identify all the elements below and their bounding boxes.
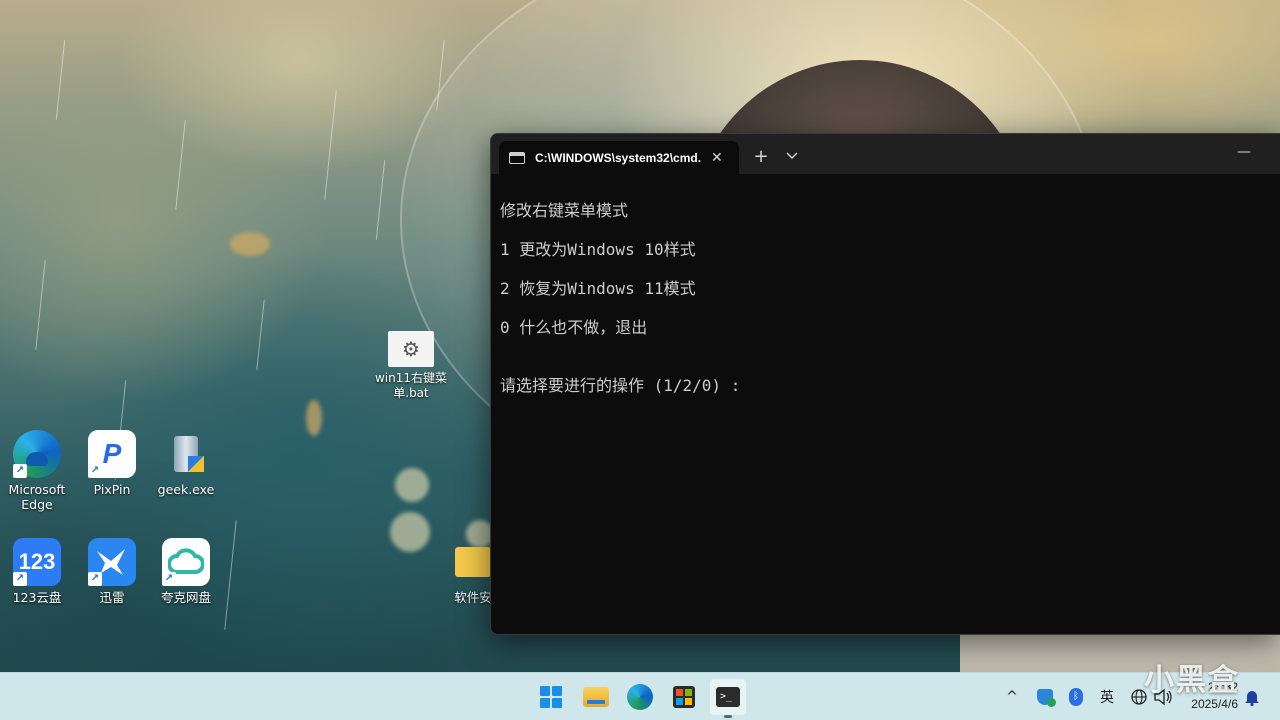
desktop-icon-label: 迅雷 bbox=[99, 590, 125, 605]
rain-streak bbox=[224, 520, 237, 630]
shortcut-arrow-icon: ↗ bbox=[162, 572, 176, 586]
minimize-button[interactable]: — bbox=[1232, 138, 1256, 166]
taskbar: >_ ^ ᛒ 英 23:32 2025/4/6 bbox=[0, 672, 1280, 720]
desktop-icon-label: 软件安 bbox=[454, 590, 492, 605]
console-line: 0 什么也不做，退出 bbox=[500, 318, 648, 337]
terminal-window[interactable]: C:\WINDOWS\system32\cmd.e ✕ + — 修改右键菜单模式… bbox=[490, 133, 1280, 635]
rain-streak bbox=[375, 160, 386, 240]
bokeh-light bbox=[395, 468, 429, 502]
batch-file-gear-icon: ⚙ bbox=[388, 331, 434, 367]
taskbar-edge[interactable] bbox=[622, 679, 658, 715]
rain-streak bbox=[55, 40, 66, 120]
console-line: 修改右键菜单模式 bbox=[500, 201, 629, 220]
tray-overflow-chevron-icon[interactable]: ^ bbox=[1001, 686, 1023, 708]
desktop-icon-label: win11右键菜 单.bat bbox=[374, 371, 448, 400]
rain-streak bbox=[256, 300, 265, 370]
desktop-icon-label: geek.exe bbox=[157, 482, 215, 497]
geek-uninstaller-icon bbox=[162, 430, 210, 478]
taskbar-file-explorer[interactable] bbox=[578, 679, 614, 715]
start-button[interactable] bbox=[533, 679, 569, 715]
desktop-icon-bat-file[interactable]: ⚙ win11右键菜 单.bat bbox=[374, 331, 448, 401]
xiaoheihe-watermark: 小黑盒 bbox=[1144, 663, 1240, 698]
desktop-icon-edge[interactable]: ↗ Microsoft Edge bbox=[0, 430, 74, 512]
shortcut-arrow-icon: ↗ bbox=[88, 464, 102, 478]
cmd-icon bbox=[509, 151, 525, 164]
desktop-icon-label: 夸克网盘 bbox=[160, 590, 211, 605]
falling-leaf bbox=[306, 400, 322, 436]
desktop-icon-xunlei[interactable]: ↗ 迅雷 bbox=[75, 538, 149, 605]
shortcut-arrow-icon: ↗ bbox=[13, 464, 27, 478]
xunlei-icon: ↗ bbox=[88, 538, 136, 586]
tray-ime-indicator[interactable]: 英 bbox=[1096, 686, 1118, 708]
desktop-icon-label: Microsoft Edge bbox=[8, 482, 66, 512]
console-output[interactable]: 修改右键菜单模式 1 更改为Windows 10样式 2 恢复为Windows … bbox=[491, 174, 1280, 410]
edge-icon: ↗ bbox=[13, 430, 61, 478]
chevron-down-icon bbox=[786, 152, 798, 159]
console-line: 2 恢复为Windows 11模式 bbox=[500, 279, 696, 298]
tab-dropdown-button[interactable] bbox=[781, 142, 803, 170]
rain-streak bbox=[175, 120, 186, 210]
desktop-icon-geek[interactable]: geek.exe bbox=[149, 430, 223, 497]
shortcut-arrow-icon: ↗ bbox=[88, 572, 102, 586]
console-line: 1 更改为Windows 10样式 bbox=[500, 240, 696, 259]
desktop-icon-pixpin[interactable]: P ↗ PixPin bbox=[75, 430, 149, 497]
tray-bluetooth-icon[interactable]: ᛒ bbox=[1065, 686, 1087, 708]
tray-security-shield-icon[interactable] bbox=[1034, 686, 1056, 708]
edge-icon bbox=[627, 684, 653, 710]
new-tab-button[interactable]: + bbox=[749, 142, 773, 170]
desktop-icon-123pan[interactable]: 123 ↗ 123云盘 bbox=[0, 538, 74, 605]
terminal-tab[interactable]: C:\WINDOWS\system32\cmd.e ✕ bbox=[499, 141, 739, 174]
desktop-icon-quark[interactable]: ↗ 夸克网盘 bbox=[149, 538, 223, 605]
rain-streak bbox=[324, 90, 337, 200]
tab-close-button[interactable]: ✕ bbox=[711, 150, 723, 166]
folder-icon bbox=[583, 687, 609, 707]
taskbar-microsoft-store[interactable] bbox=[666, 679, 702, 715]
desktop-icon-label: PixPin bbox=[93, 482, 131, 497]
terminal-titlebar[interactable]: C:\WINDOWS\system32\cmd.e ✕ + — bbox=[491, 134, 1280, 174]
terminal-icon: >_ bbox=[716, 687, 740, 707]
console-prompt: 请选择要进行的操作 (1/2/0) : bbox=[500, 376, 741, 395]
bokeh-light bbox=[390, 512, 430, 552]
taskbar-terminal[interactable]: >_ bbox=[710, 679, 746, 718]
desktop-icon-label: 123云盘 bbox=[12, 590, 62, 605]
windows-start-icon bbox=[540, 686, 562, 708]
tray-notification-bell-icon[interactable] bbox=[1241, 686, 1263, 708]
falling-leaf bbox=[230, 232, 270, 256]
tab-title: C:\WINDOWS\system32\cmd.e bbox=[535, 150, 701, 165]
quark-cloud-icon: ↗ bbox=[162, 538, 210, 586]
shortcut-arrow-icon: ↗ bbox=[13, 572, 27, 586]
rain-streak bbox=[35, 260, 46, 350]
pixpin-icon: P ↗ bbox=[88, 430, 136, 478]
store-icon bbox=[673, 686, 695, 708]
123pan-icon: 123 ↗ bbox=[13, 538, 61, 586]
running-indicator bbox=[724, 715, 732, 718]
